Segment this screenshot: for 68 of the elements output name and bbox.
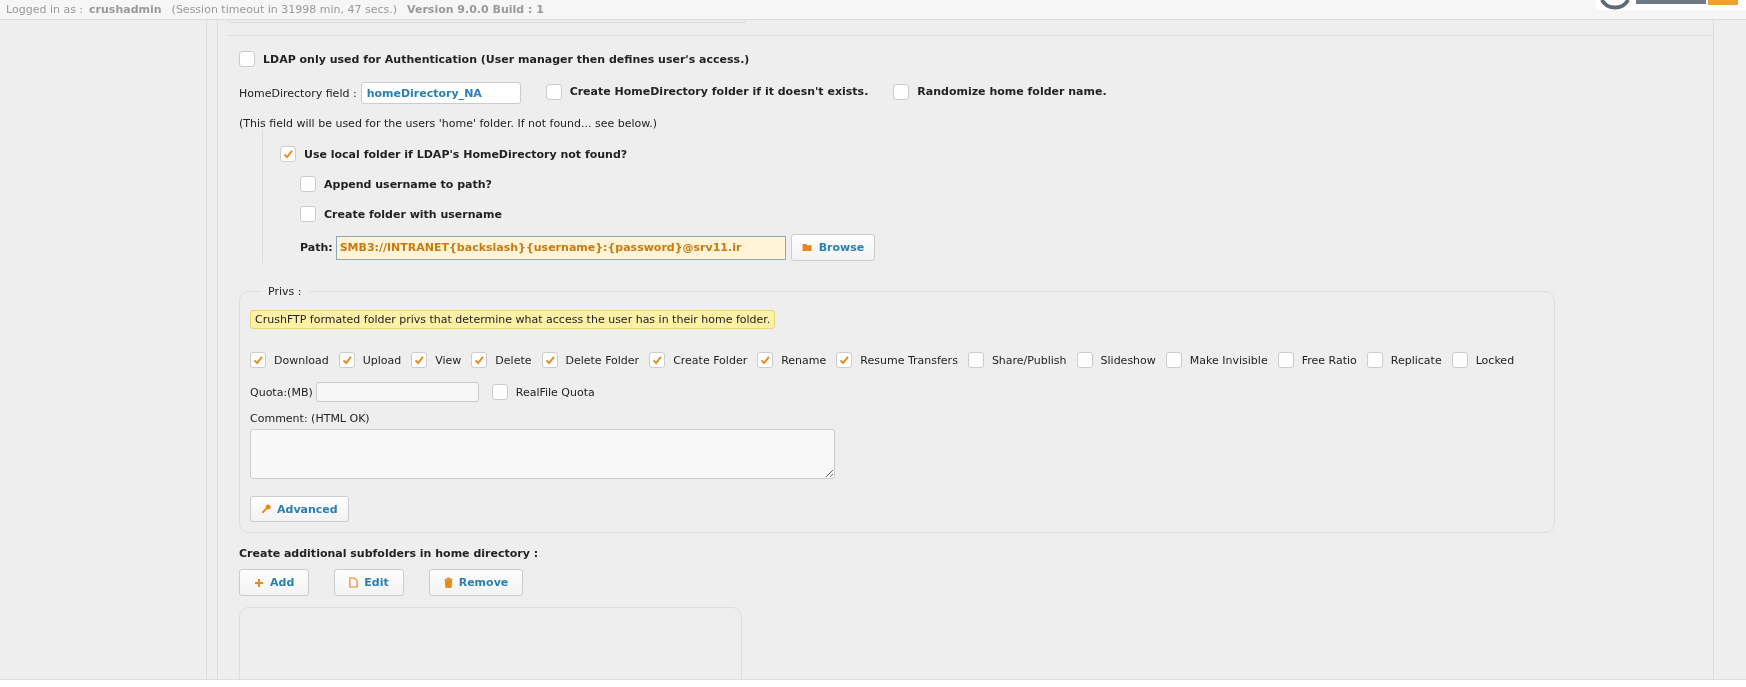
checkbox-label: Free Ratio (1301, 353, 1357, 367)
checkbox[interactable] (1277, 352, 1294, 368)
key-icon (261, 504, 271, 514)
checkbox[interactable] (471, 352, 488, 368)
document-icon (349, 577, 359, 588)
path-label: Path: (300, 241, 333, 254)
logged-in-label: Logged in as : (6, 3, 84, 16)
checkbox-label: Create HomeDirectory folder if it doesn't exists. (569, 85, 869, 98)
checkbox-label: Share/Publish (991, 353, 1067, 367)
checkbox[interactable] (411, 352, 428, 368)
checkbox[interactable] (545, 83, 562, 100)
quota-field[interactable] (315, 382, 479, 402)
checkbox[interactable] (338, 352, 355, 368)
quota-label: Quota:(MB) (250, 385, 313, 399)
checkbox-label: Slideshow (1100, 353, 1156, 367)
checkbox-label: Append username to path? (324, 177, 492, 191)
checkbox[interactable] (893, 83, 910, 100)
trash-icon (443, 577, 453, 588)
remove-button[interactable]: Remove (428, 569, 524, 596)
checkbox-label: Make Invisible (1189, 353, 1268, 367)
section-title: Create additional subfolders in home directory : (239, 547, 540, 560)
checkbox[interactable] (649, 352, 666, 368)
checkbox-label: Rename (781, 353, 827, 367)
checkbox-label: Randomize home folder name. (917, 85, 1107, 98)
info-note: CrushFTP formated folder privs that determine what access the user has in their home folder. (250, 310, 776, 329)
checkbox-label: Locked (1475, 353, 1515, 367)
checkbox[interactable] (1451, 352, 1468, 368)
folder-icon (801, 243, 813, 252)
comment-label: Comment: (HTML OK) (250, 412, 371, 425)
field-label: HomeDirectory field : (239, 86, 357, 100)
add-button[interactable]: Add (239, 569, 310, 596)
privs-legend: Privs : (260, 285, 310, 298)
username: crushadmin (89, 3, 162, 16)
field-note: (This field will be used for the users 'home' folder. If not found... see below.) (239, 117, 659, 130)
checkbox-label: LDAP only used for Authentication (User manager then defines user's access.) (263, 52, 750, 66)
checkbox[interactable] (967, 352, 984, 368)
browse-button[interactable]: Browse (790, 234, 876, 261)
comment-field[interactable] (250, 429, 835, 479)
checkbox[interactable] (836, 352, 853, 368)
checkbox-label: Use local folder if LDAP's HomeDirectory not found? (304, 147, 628, 161)
checkbox-label: Delete Folder (565, 353, 640, 367)
checkbox-label: Create folder with username (324, 207, 502, 221)
plus-icon (254, 577, 264, 588)
checkbox-label: View (435, 353, 462, 367)
checkbox-label: Replicate (1390, 353, 1442, 367)
version-label: Version 9.0.0 Build : 1 (407, 3, 544, 16)
edit-button[interactable]: Edit (334, 569, 404, 596)
home-directory-field[interactable]: homeDirectory_NA (360, 82, 521, 104)
checkbox-label: Resume Transfers (860, 353, 958, 367)
checkbox[interactable] (239, 51, 255, 67)
checkbox[interactable] (280, 146, 296, 162)
checkbox-label: Upload (362, 353, 402, 367)
checkbox[interactable] (757, 352, 774, 368)
checkbox-label: Delete (495, 353, 532, 367)
checkbox[interactable] (491, 384, 508, 400)
session-timeout: (Session timeout in 31998 min, 47 secs.) (171, 3, 398, 16)
path-field[interactable]: SMB3://INTRANET{backslash}{username}:{password}@srv11.ir (335, 235, 786, 260)
checkbox[interactable] (1165, 352, 1182, 368)
checkbox-label: Download (274, 353, 329, 367)
checkbox[interactable] (300, 176, 316, 192)
checkbox[interactable] (300, 206, 316, 222)
checkbox[interactable] (541, 352, 558, 368)
advanced-button[interactable]: Advanced (250, 496, 349, 522)
checkbox[interactable] (250, 352, 266, 368)
checkbox-label: RealFile Quota (515, 385, 595, 399)
checkbox[interactable] (1366, 352, 1383, 368)
checkbox[interactable] (1076, 352, 1093, 368)
checkbox-label: Create Folder (673, 353, 748, 367)
